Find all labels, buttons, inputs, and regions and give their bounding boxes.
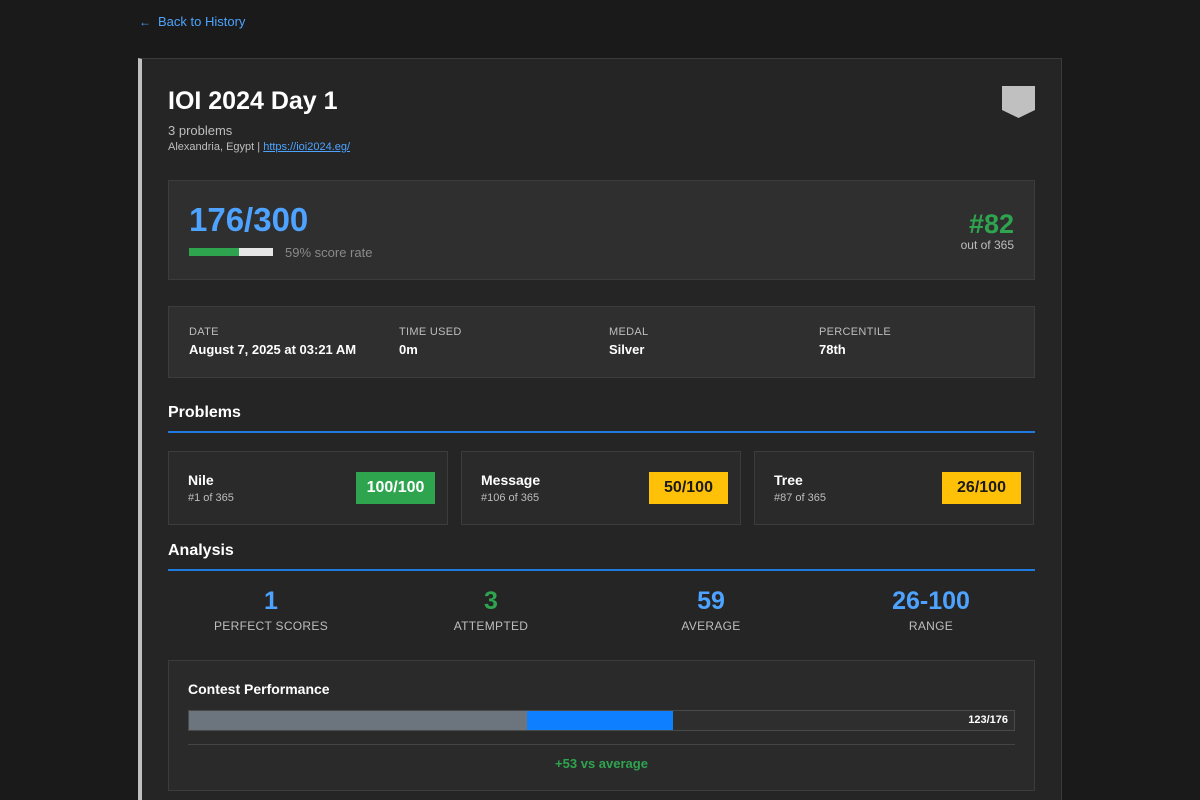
problem-score-badge: 26/100: [942, 472, 1021, 504]
info-value: 78th: [819, 342, 846, 357]
problem-name: Nile: [188, 472, 214, 488]
info-label: MEDAL: [609, 326, 649, 338]
problem-name: Message: [481, 472, 541, 488]
location-separator: |: [257, 141, 261, 153]
arrow-left-icon: ←: [139, 14, 151, 29]
contest-info: DATE August 7, 2025 at 03:21 AM TIME USE…: [168, 306, 1035, 378]
performance-bar-label: 123/176: [968, 714, 1008, 726]
info-value: August 7, 2025 at 03:21 AM: [189, 342, 357, 357]
stat-label: AVERAGE: [681, 619, 741, 633]
contest-performance-panel: Contest Performance 123/176 +53 vs avera…: [168, 660, 1035, 791]
page-title: IOI 2024 Day 1: [168, 87, 338, 115]
stat-value: 59: [697, 587, 725, 615]
info-date: DATE August 7, 2025 at 03:21 AM: [189, 326, 356, 357]
performance-bar-average-segment: [189, 711, 528, 730]
silver-medal-badge-icon: [1002, 86, 1035, 118]
performance-vs-average: +53 vs average: [555, 756, 648, 771]
problem-name: Tree: [774, 472, 803, 488]
info-value: Silver: [609, 342, 645, 357]
score-rate-bar-fill: [189, 248, 239, 256]
back-to-history-link[interactable]: ← Back to History: [139, 14, 245, 29]
stat-attempted: 3 ATTEMPTED: [381, 587, 601, 633]
overall-rank: #82: [968, 209, 1014, 239]
stat-value: 3: [484, 587, 498, 615]
back-link-label: Back to History: [158, 14, 246, 29]
problem-card-tree[interactable]: Tree #87 of 365 26/100: [754, 451, 1034, 525]
score-rate-bar: [189, 248, 273, 256]
analysis-section-title: Analysis: [168, 542, 1035, 571]
performance-bar-your-segment: [527, 711, 673, 730]
info-label: TIME USED: [399, 326, 462, 338]
total-score: 176/300: [189, 201, 309, 238]
info-medal: MEDAL Silver: [609, 326, 648, 357]
problem-rank: #106 of 365: [481, 492, 540, 504]
stat-average: 59 AVERAGE: [601, 587, 821, 633]
problem-rank: #87 of 365: [774, 492, 826, 504]
score-summary: 176/300 59% score rate #82 out of 365: [168, 180, 1035, 280]
info-label: DATE: [189, 326, 219, 338]
problem-rank: #1 of 365: [188, 492, 234, 504]
problems-count: 3 problems: [168, 123, 233, 138]
contest-location: Alexandria, Egypt | https://ioi2024.eg/: [168, 141, 350, 153]
info-value: 0m: [399, 342, 418, 357]
problem-card-nile[interactable]: Nile #1 of 365 100/100: [168, 451, 448, 525]
problem-score-badge: 100/100: [356, 472, 435, 504]
stat-range: 26-100 RANGE: [821, 587, 1041, 633]
stat-value: 1: [264, 587, 278, 615]
problems-section-title: Problems: [168, 404, 1035, 433]
info-percentile: PERCENTILE 78th: [819, 326, 891, 357]
location-text: Alexandria, Egypt: [168, 141, 255, 153]
stat-label: ATTEMPTED: [453, 619, 529, 633]
stat-perfect-scores: 1 PERFECT SCORES: [161, 587, 381, 633]
performance-divider: [188, 744, 1015, 745]
score-rate-text: 59% score rate: [285, 245, 373, 260]
problem-score-badge: 50/100: [649, 472, 728, 504]
info-time-used: TIME USED 0m: [399, 326, 462, 357]
stat-value: 26-100: [892, 587, 970, 615]
overall-rank-total: out of 365: [960, 238, 1014, 252]
stat-label: RANGE: [908, 619, 954, 633]
contest-url-link[interactable]: https://ioi2024.eg/: [263, 141, 350, 153]
info-label: PERCENTILE: [819, 326, 892, 338]
stat-label: PERFECT SCORES: [214, 619, 328, 633]
performance-bar: 123/176: [188, 710, 1015, 731]
problem-card-message[interactable]: Message #106 of 365 50/100: [461, 451, 741, 525]
performance-title: Contest Performance: [188, 681, 330, 697]
contest-card: IOI 2024 Day 1 3 problems Alexandria, Eg…: [138, 58, 1062, 800]
